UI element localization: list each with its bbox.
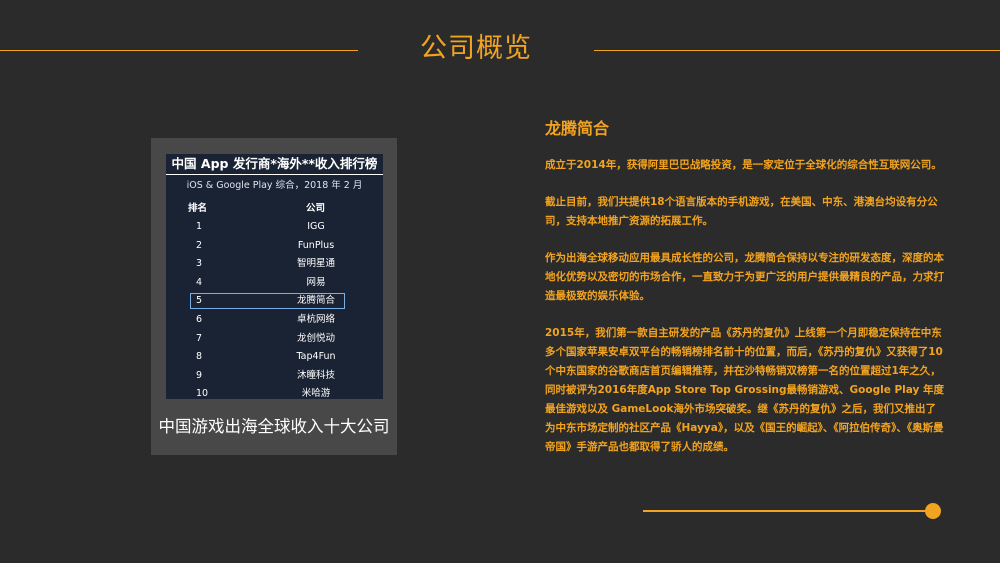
table-row: 9 沐瞳科技 [166,367,383,386]
rank-number: 3 [196,258,203,270]
rank-number: 1 [196,221,203,232]
title-divider-left [0,50,358,51]
table-row: 1 IGG [166,218,383,237]
rank-number: 5 [196,295,203,307]
decorative-line [643,510,933,512]
rank-number: 4 [196,276,203,288]
decorative-dot [925,503,941,519]
ranking-figure-card: 中国 App 发行商*海外**收入排行榜 iOS & Google Play 综… [151,138,397,455]
rank-number: 10 [196,388,209,400]
company-name-cell: FunPlus [297,239,335,251]
rank-number: 7 [196,332,203,344]
company-name-cell: 龙腾简合 [296,295,335,307]
company-description: 成立于2014年，获得阿里巴巴战略投资，是一家定位于全球化的综合性互联网公司。 … [545,156,945,475]
company-name-cell: 智明星通 [296,258,335,270]
ranking-table-image: 中国 App 发行商*海外**收入排行榜 iOS & Google Play 综… [166,154,383,399]
table-row: 7 龙创悦动 [166,330,383,349]
paragraph-intro: 成立于2014年，获得阿里巴巴战略投资，是一家定位于全球化的综合性互联网公司。 [545,159,942,171]
table-row: 3 智明星通 [166,255,383,274]
rank-column-header: 排名 [188,203,208,214]
rank-number: 8 [196,351,203,363]
rank-number: 9 [196,369,203,381]
company-heading: 龙腾简合 [545,119,610,138]
company-column-header: 公司 [306,203,326,214]
table-row: 4 网易 [166,274,383,293]
company-name-cell: 米哈游 [301,388,331,400]
paragraph-history: 2015年，我们第一款自主研发的产品《苏丹的复仇》上线第一个月即稳定保持在中东多… [545,327,945,453]
rank-number: 2 [196,239,203,251]
figure-caption: 中国游戏出海全球收入十大公司 [158,417,390,436]
ranking-title: 中国 App 发行商*海外**收入排行榜 [166,154,383,175]
table-row-highlighted: 5 龙腾简合 [166,292,383,311]
table-row: 2 FunPlus [166,237,383,256]
company-name-cell: Tap4Fun [296,351,336,363]
company-name-cell: 卓杭网络 [296,313,335,325]
page-title: 公司概览 [420,33,532,64]
paragraph-strategy: 作为出海全球移动应用最具成长性的公司，龙腾简合保持以专注的研发态度，深度的本地化… [545,252,944,302]
table-row: 6 卓杭网络 [166,311,383,330]
paragraph-languages: 截止目前，我们共提供18个语言版本的手机游戏，在美国、中东、港澳台均设有分公司，… [545,196,938,227]
table-row: 10 米哈游 [166,385,383,404]
company-name-cell: IGG [307,221,325,232]
company-name-cell: 龙创悦动 [296,332,335,344]
title-divider-right [594,50,1000,51]
ranking-rows: 1 IGG 2 FunPlus 3 智明星通 4 网易 5 龙腾简合 6 卓杭网… [166,218,383,404]
rank-number: 6 [196,313,203,325]
ranking-subtitle: iOS & Google Play 综合，2018 年 2 月 [186,180,363,191]
table-row: 8 Tap4Fun [166,348,383,367]
company-name-cell: 网易 [306,276,326,288]
company-name-cell: 沐瞳科技 [296,369,335,381]
